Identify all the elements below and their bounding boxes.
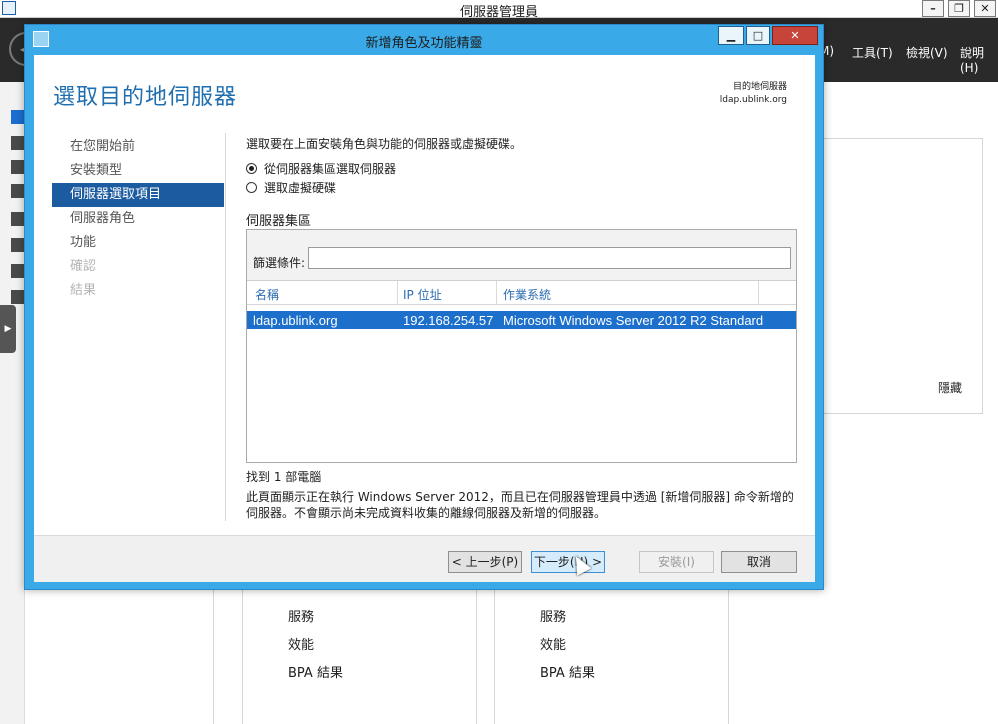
wizard-nav: 在您開始前 安裝類型 伺服器選取項目 伺服器角色 功能 確認 結果 xyxy=(52,135,224,303)
nav-item-confirmation: 確認 xyxy=(70,259,97,274)
filter-input[interactable] xyxy=(308,247,791,269)
page-title: 選取目的地伺服器 xyxy=(53,85,238,110)
bg-restore-button[interactable]: ❐ xyxy=(948,0,970,17)
bg-close-button[interactable]: ✕ xyxy=(974,0,996,17)
radio-vhd[interactable] xyxy=(246,182,257,193)
server-pool-label: 伺服器集區 xyxy=(246,214,312,229)
tile-right-bpa[interactable]: BPA 結果 xyxy=(540,662,595,681)
column-separator[interactable] xyxy=(397,281,398,305)
local-server-icon[interactable] xyxy=(11,136,25,150)
menu-tools[interactable]: 工具(T) xyxy=(852,44,893,61)
cancel-button[interactable]: 取消 xyxy=(721,551,797,573)
file-services-icon[interactable] xyxy=(11,238,25,252)
filter-label: 篩選條件: xyxy=(253,256,306,270)
server-pool-box: 篩選條件: 名稱 IP 位址 作業系統 ldap.ublink.org 192.… xyxy=(246,229,797,463)
tile-left-performance[interactable]: 效能 xyxy=(288,634,314,653)
server-grid: 名稱 IP 位址 作業系統 ldap.ublink.org 192.168.25… xyxy=(247,280,796,462)
server-manager-titlebar: 伺服器管理員 – ❐ ✕ xyxy=(0,0,998,20)
tile-divider xyxy=(728,590,729,724)
iis-icon[interactable] xyxy=(11,290,25,304)
tile-divider xyxy=(476,590,477,724)
found-count: 找到 1 部電腦 xyxy=(246,470,322,484)
nav-item-features[interactable]: 功能 xyxy=(52,231,224,255)
column-separator[interactable] xyxy=(496,281,497,305)
tile-divider xyxy=(494,590,495,724)
nav-item-installation-type[interactable]: 安裝類型 xyxy=(52,159,224,183)
option-vhd-label: 選取虛擬硬碟 xyxy=(264,181,337,195)
table-row[interactable]: ldap.ublink.org 192.168.254.57 Microsoft… xyxy=(247,311,796,329)
sidebar-expander-icon[interactable]: ▶ xyxy=(0,305,16,353)
nav-divider xyxy=(225,133,226,521)
tile-right-performance[interactable]: 效能 xyxy=(540,634,566,653)
all-servers-icon[interactable] xyxy=(11,160,25,174)
dashboard-icon[interactable] xyxy=(11,110,25,124)
dialog-titlebar[interactable]: 新增角色及功能精靈 ▁ □ ✕ xyxy=(25,25,823,55)
option-server-pool-label: 從伺服器集區選取伺服器 xyxy=(264,162,397,176)
radio-server-pool[interactable] xyxy=(246,163,257,174)
tile-left-bpa[interactable]: BPA 結果 xyxy=(288,662,343,681)
option-vhd[interactable]: 選取虛擬硬碟 xyxy=(246,180,336,196)
destination-label: 目的地伺服器 xyxy=(732,82,787,92)
dialog-minimize-button[interactable]: ▁ xyxy=(718,26,744,45)
server-manager-sidebar xyxy=(0,82,25,724)
grid-header: 名稱 IP 位址 作業系統 xyxy=(247,281,796,305)
storage-icon[interactable] xyxy=(11,264,25,278)
tile-right-services[interactable]: 服務 xyxy=(540,606,566,625)
tile-left-services[interactable]: 服務 xyxy=(288,606,314,625)
destination-server-info: 目的地伺服器 ldap.ublink.org xyxy=(720,81,787,107)
role-icon[interactable] xyxy=(11,184,25,198)
cell-ip: 192.168.254.57 xyxy=(403,313,494,328)
nav-item-server-selection[interactable]: 伺服器選取項目 xyxy=(52,183,224,207)
nav-item-server-roles[interactable]: 伺服器角色 xyxy=(52,207,224,231)
tile-divider xyxy=(213,590,214,724)
menu-view[interactable]: 檢視(V) xyxy=(906,44,948,61)
tile-divider xyxy=(242,590,243,724)
users-icon[interactable] xyxy=(11,212,25,226)
hide-link[interactable]: 隱藏 xyxy=(938,379,962,396)
column-header-os[interactable]: 作業系統 xyxy=(503,286,551,303)
dialog-title: 新增角色及功能精靈 xyxy=(365,36,483,51)
column-header-name[interactable]: 名稱 xyxy=(255,286,279,303)
dialog-close-button[interactable]: ✕ xyxy=(772,26,818,45)
cell-name: ldap.ublink.org xyxy=(253,313,338,328)
option-server-pool[interactable]: 從伺服器集區選取伺服器 xyxy=(246,161,396,177)
bg-minimize-button[interactable]: – xyxy=(922,0,944,17)
menu-help[interactable]: 說明(H) xyxy=(960,44,998,75)
cell-os: Microsoft Windows Server 2012 R2 Standar… xyxy=(503,313,764,328)
destination-server: ldap.ublink.org xyxy=(719,95,787,105)
welcome-panel xyxy=(823,138,983,414)
instruction-text: 選取要在上面安裝角色與功能的伺服器或虛擬硬碟。 xyxy=(246,137,523,151)
column-header-ip[interactable]: IP 位址 xyxy=(403,286,442,303)
wizard-footer: < 上一步(P) 下一步(N) > 安裝(I) 取消 xyxy=(34,535,815,582)
dialog-client-area: 選取目的地伺服器 目的地伺服器 ldap.ublink.org 在您開始前 安裝… xyxy=(34,55,815,582)
description-text: 此頁面顯示正在執行 Windows Server 2012，而且已在伺服器管理員… xyxy=(246,490,794,520)
nav-item-results: 結果 xyxy=(70,283,97,298)
previous-button[interactable]: < 上一步(P) xyxy=(448,551,522,573)
dialog-maximize-button[interactable]: □ xyxy=(746,26,770,45)
install-button: 安裝(I) xyxy=(639,551,714,573)
add-roles-wizard-dialog: 新增角色及功能精靈 ▁ □ ✕ 選取目的地伺服器 目的地伺服器 ldap.ubl… xyxy=(24,24,824,590)
nav-item-before-you-begin[interactable]: 在您開始前 xyxy=(52,135,224,159)
column-separator[interactable] xyxy=(758,281,759,305)
next-button[interactable]: 下一步(N) > xyxy=(531,551,605,573)
